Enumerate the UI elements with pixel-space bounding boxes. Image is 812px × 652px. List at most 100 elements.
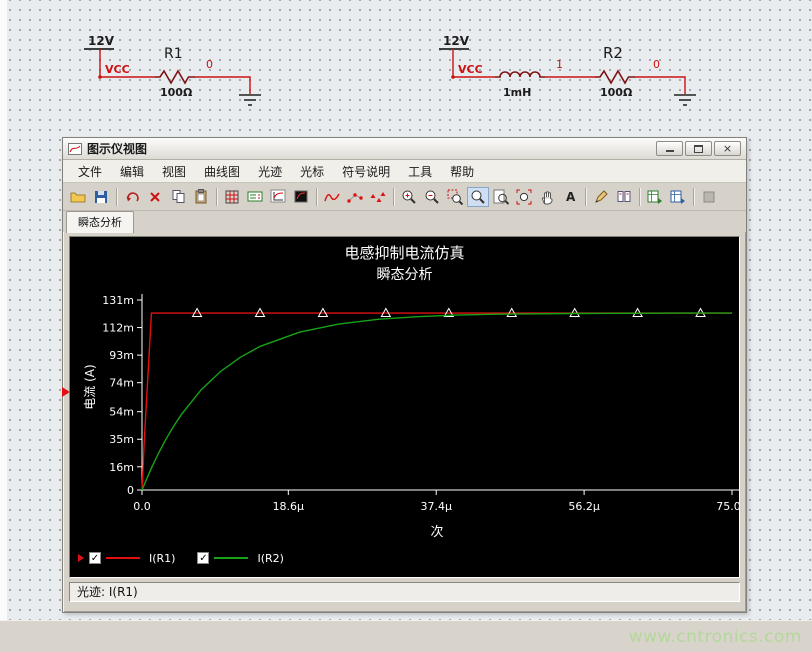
close-button[interactable]: × xyxy=(714,141,741,156)
grapher-window: 图示仪视图 × 文件编辑视图曲线图光迹光标符号说明工具帮助 A xyxy=(62,137,747,613)
menu-cursor[interactable]: 光标 xyxy=(291,160,333,183)
schematic[interactable]: 12V VCC R1 100Ω 0 12V VCC 1mH 1 R2 100Ω … xyxy=(60,20,760,135)
selected-axis-arrow xyxy=(62,387,70,397)
chart-panel: 电感抑制电流仿真 瞬态分析 电流 (A) 016m35m54m74m93m112… xyxy=(69,236,740,578)
zoom-area-button[interactable] xyxy=(444,187,466,207)
power-source-left[interactable]: 12V xyxy=(84,34,115,49)
ground-left[interactable] xyxy=(239,95,261,105)
legend-line-swatch xyxy=(214,557,248,559)
copy-button[interactable] xyxy=(167,187,189,207)
open-button[interactable] xyxy=(67,187,89,207)
cursors-button[interactable] xyxy=(344,187,366,207)
zoom-restore-button[interactable] xyxy=(513,187,535,207)
hand-icon xyxy=(540,189,555,205)
show-legend-button[interactable] xyxy=(244,187,266,207)
svg-text:56.2μ: 56.2μ xyxy=(568,500,600,513)
inductor-l1[interactable]: 1mH xyxy=(495,72,545,99)
menu-file[interactable]: 文件 xyxy=(69,160,111,183)
zoom-select-button[interactable] xyxy=(467,187,489,207)
axes-icon xyxy=(270,189,286,204)
delete-button[interactable] xyxy=(144,187,166,207)
close-icon: × xyxy=(723,143,732,154)
minimize-button[interactable] xyxy=(656,141,683,156)
source-right-label: 12V xyxy=(443,34,470,48)
legend-item-I(R1)[interactable]: ✓ I(R1) xyxy=(78,552,175,565)
status-bar: 光迹: I(R1) xyxy=(69,582,740,602)
selected-trace-arrow xyxy=(78,554,84,562)
show-axes-button[interactable] xyxy=(267,187,289,207)
menu-trace[interactable]: 光迹 xyxy=(249,160,291,183)
undo-button[interactable] xyxy=(121,187,143,207)
trace-button[interactable] xyxy=(321,187,343,207)
watermark: www.cntronics.com xyxy=(629,627,802,647)
save-button[interactable] xyxy=(90,187,112,207)
text-button[interactable]: A xyxy=(559,187,581,207)
legend-item-I(R2)[interactable]: ✓ I(R2) xyxy=(197,552,283,565)
menu-legend[interactable]: 符号说明 xyxy=(333,160,399,183)
chart-legend: ✓ I(R1) ✓ I(R2) xyxy=(78,549,284,567)
resistor-r1[interactable]: R1 100Ω xyxy=(155,46,195,99)
svg-text:54m: 54m xyxy=(109,406,134,419)
zoom-full-button[interactable] xyxy=(490,187,512,207)
graph-properties-icon xyxy=(293,189,309,204)
stop-button[interactable] xyxy=(698,187,720,207)
legend-line-swatch xyxy=(106,557,140,559)
grid-icon xyxy=(224,189,240,205)
maximize-button[interactable] xyxy=(685,141,712,156)
canvas-left-margin xyxy=(0,0,7,620)
menu-bar: 文件编辑视图曲线图光迹光标符号说明工具帮助 xyxy=(63,160,746,183)
tab-transient-analysis[interactable]: 瞬态分析 xyxy=(66,211,134,233)
markers-button[interactable] xyxy=(367,187,389,207)
zoom-out-button[interactable] xyxy=(421,187,443,207)
menu-edit[interactable]: 编辑 xyxy=(111,160,153,183)
cursor-markers-icon xyxy=(370,190,386,204)
window-title: 图示仪视图 xyxy=(87,140,147,157)
paste-button[interactable] xyxy=(190,187,212,207)
wire-left-out[interactable] xyxy=(195,77,250,94)
toolbar-separator xyxy=(116,188,117,206)
legend-label: I(R1) xyxy=(149,552,175,565)
svg-text:112m: 112m xyxy=(102,322,134,335)
annotate-button[interactable] xyxy=(590,187,612,207)
menu-help[interactable]: 帮助 xyxy=(441,160,483,183)
menu-graph[interactable]: 曲线图 xyxy=(195,160,249,183)
source-left-label: 12V xyxy=(88,34,115,48)
export-excel-button[interactable] xyxy=(644,187,666,207)
ground-right[interactable] xyxy=(674,95,696,105)
wire-right-out[interactable] xyxy=(635,77,685,94)
toolbar-separator xyxy=(216,188,217,206)
overlay-pages-button[interactable] xyxy=(613,187,635,207)
bottom-bar: www.cntronics.com xyxy=(0,620,812,652)
zoom-in-button[interactable] xyxy=(398,187,420,207)
copy-icon xyxy=(171,189,186,204)
export-excel-icon xyxy=(647,189,663,205)
net-label-vcc-right: VCC xyxy=(458,63,483,76)
title-bar[interactable]: 图示仪视图 × xyxy=(63,138,746,160)
resistor-r1-symbol[interactable] xyxy=(155,71,195,83)
legend-checkbox[interactable]: ✓ xyxy=(197,552,209,564)
minimize-icon xyxy=(666,146,674,152)
power-source-right[interactable]: 12V xyxy=(439,34,470,49)
menu-view[interactable]: 视图 xyxy=(153,160,195,183)
toolbar-separator xyxy=(585,188,586,206)
legend-checkbox[interactable]: ✓ xyxy=(89,552,101,564)
svg-text:75.0μ: 75.0μ xyxy=(716,500,741,513)
graph-properties-button[interactable] xyxy=(290,187,312,207)
resistor-r1-ref: R1 xyxy=(164,46,183,62)
delete-icon xyxy=(148,190,162,204)
zoom-select-icon xyxy=(470,189,486,205)
menu-tools[interactable]: 工具 xyxy=(399,160,441,183)
resistor-r2-symbol[interactable] xyxy=(595,71,635,83)
window-icon xyxy=(68,143,82,155)
svg-text:A: A xyxy=(566,190,576,204)
x-axis-label: 次 xyxy=(142,521,732,540)
export-data-button[interactable] xyxy=(667,187,689,207)
svg-text:37.4μ: 37.4μ xyxy=(420,500,452,513)
export-data-icon xyxy=(670,189,686,205)
zoom-in-icon xyxy=(401,189,417,205)
show-grid-button[interactable] xyxy=(221,187,243,207)
pan-button[interactable] xyxy=(536,187,558,207)
legend-label: I(R2) xyxy=(257,552,283,565)
resistor-r2[interactable]: R2 100Ω xyxy=(595,44,635,99)
inductor-l1-symbol[interactable] xyxy=(495,72,545,77)
